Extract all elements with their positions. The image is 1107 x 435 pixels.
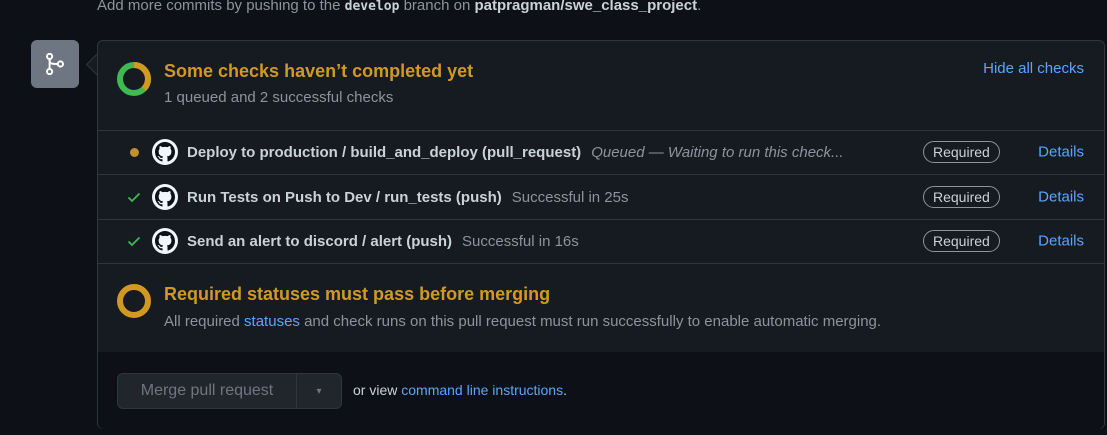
check-name: Send an alert to discord / alert (push) S…	[187, 233, 579, 250]
required-statuses-title: Required statuses must pass before mergi…	[164, 284, 551, 304]
or-view-label: or view	[353, 382, 398, 398]
sub-prefix: All required	[164, 313, 240, 330]
sub-suffix: and check runs on this pull request must…	[304, 313, 882, 330]
checks-progress-donut-icon	[117, 62, 151, 96]
branch-name: develop	[344, 0, 400, 14]
github-icon	[152, 184, 178, 210]
hide-all-checks-link[interactable]: Hide all checks	[983, 60, 1084, 77]
check-description: Successful in 25s	[511, 188, 629, 206]
merge-pull-request-button[interactable]: Merge pull request	[118, 374, 297, 408]
pending-ring-icon	[117, 284, 151, 318]
checks-subtitle: 1 queued and 2 successful checks	[164, 89, 394, 106]
check-row: Send an alert to discord / alert (push) S…	[98, 219, 1104, 264]
github-icon	[152, 139, 178, 165]
or-view-text: or view command line instructions.	[353, 382, 567, 398]
merge-method-dropdown-icon[interactable]: ▾	[297, 374, 341, 408]
check-success-icon	[126, 189, 142, 205]
merge-hint-text: Add more commits by pushing to the devel…	[97, 0, 701, 14]
check-title: Deploy to production / build_and_deploy …	[187, 143, 582, 161]
check-row: Run Tests on Push to Dev / run_tests (pu…	[98, 175, 1104, 220]
check-name: Run Tests on Push to Dev / run_tests (pu…	[187, 189, 629, 206]
github-icon	[152, 228, 178, 254]
checks-title: Some checks haven’t completed yet	[164, 61, 474, 81]
checks-summary: Some checks haven’t completed yet 1 queu…	[98, 41, 1104, 131]
required-statuses-subtitle: All required statuses and check runs on …	[164, 313, 881, 330]
repo-name: patpragman/swe_class_project	[474, 0, 698, 14]
details-link[interactable]: Details	[1038, 144, 1084, 161]
queued-status-icon	[126, 144, 142, 160]
git-merge-icon-box	[31, 40, 79, 88]
check-description: Queued — Waiting to run this check...	[591, 143, 844, 161]
merge-button-group: Merge pull request ▾	[117, 373, 342, 409]
required-badge: Required	[923, 141, 1000, 163]
required-badge: Required	[923, 230, 1000, 252]
required-badge: Required	[923, 186, 1000, 208]
statuses-link[interactable]: statuses	[244, 313, 300, 330]
check-name: Deploy to production / build_and_deploy …	[187, 144, 844, 161]
git-branch-icon	[46, 52, 64, 76]
merge-action-area: Merge pull request ▾ or view command lin…	[98, 352, 1104, 429]
or-view-period: .	[563, 382, 567, 398]
hint-prefix: Add more commits by pushing to the	[97, 0, 341, 14]
merge-box: Some checks haven’t completed yet 1 queu…	[97, 40, 1105, 429]
required-statuses-section: Required statuses must pass before mergi…	[98, 263, 1104, 353]
hint-suffix: .	[697, 0, 702, 14]
details-link[interactable]: Details	[1038, 233, 1084, 250]
check-title: Run Tests on Push to Dev / run_tests (pu…	[187, 188, 502, 206]
details-link[interactable]: Details	[1038, 189, 1084, 206]
command-line-instructions-link[interactable]: command line instructions	[401, 382, 563, 398]
check-success-icon	[126, 233, 142, 249]
hint-middle: branch on	[403, 0, 471, 14]
check-description: Successful in 16s	[462, 232, 579, 250]
check-row: Deploy to production / build_and_deploy …	[98, 130, 1104, 175]
check-title: Send an alert to discord / alert (push)	[187, 232, 453, 250]
